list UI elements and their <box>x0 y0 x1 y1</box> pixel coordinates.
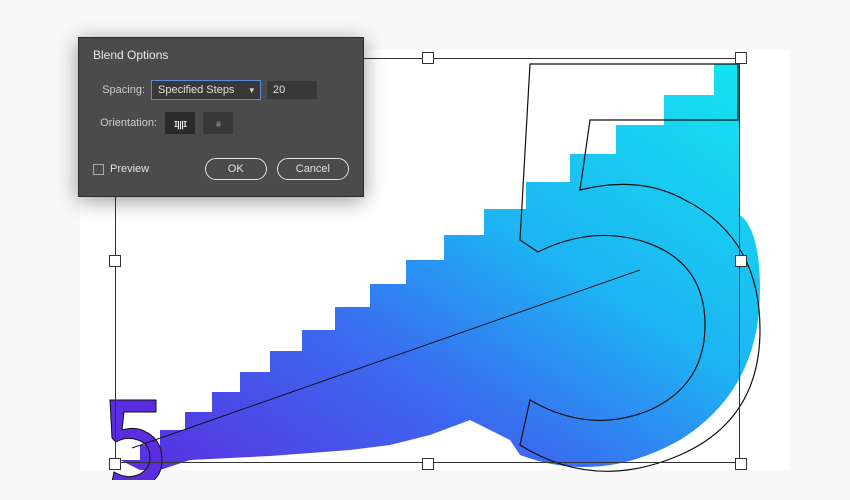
blend-options-dialog: Blend Options Spacing: Specified Steps ▾… <box>78 37 364 197</box>
align-to-path-icon: ᵢᵢᵢᵢᵢ <box>216 117 220 129</box>
selection-handle-middle-left[interactable] <box>109 255 121 267</box>
spacing-label: Spacing: <box>93 84 145 96</box>
orientation-label: Orientation: <box>93 117 157 129</box>
spacing-row: Spacing: Specified Steps ▾ 20 <box>79 76 363 104</box>
selection-handle-bottom-middle[interactable] <box>422 458 434 470</box>
selection-handle-top-right[interactable] <box>735 52 747 64</box>
dialog-footer: Preview OK Cancel <box>79 148 363 196</box>
checkbox-icon <box>93 164 104 175</box>
spacing-dropdown-value: Specified Steps <box>158 84 234 96</box>
spacing-dropdown[interactable]: Specified Steps ▾ <box>151 80 261 100</box>
ok-button[interactable]: OK <box>205 158 267 180</box>
orientation-row: Orientation: ɪꞁꞁꞁɪ ᵢᵢᵢᵢᵢ <box>79 104 363 148</box>
align-to-page-icon: ɪꞁꞁꞁɪ <box>174 117 186 130</box>
orientation-align-to-page-button[interactable]: ɪꞁꞁꞁɪ <box>165 112 195 134</box>
preview-label: Preview <box>110 163 149 175</box>
dialog-title: Blend Options <box>79 38 363 76</box>
orientation-align-to-path-button[interactable]: ᵢᵢᵢᵢᵢ <box>203 112 233 134</box>
cancel-button[interactable]: Cancel <box>277 158 349 180</box>
preview-checkbox[interactable]: Preview <box>93 163 149 175</box>
chevron-down-icon: ▾ <box>249 85 254 96</box>
spacing-steps-input[interactable]: 20 <box>267 81 317 99</box>
selection-handle-bottom-left[interactable] <box>109 458 121 470</box>
selection-handle-middle-right[interactable] <box>735 255 747 267</box>
selection-handle-top-middle[interactable] <box>422 52 434 64</box>
selection-handle-bottom-right[interactable] <box>735 458 747 470</box>
